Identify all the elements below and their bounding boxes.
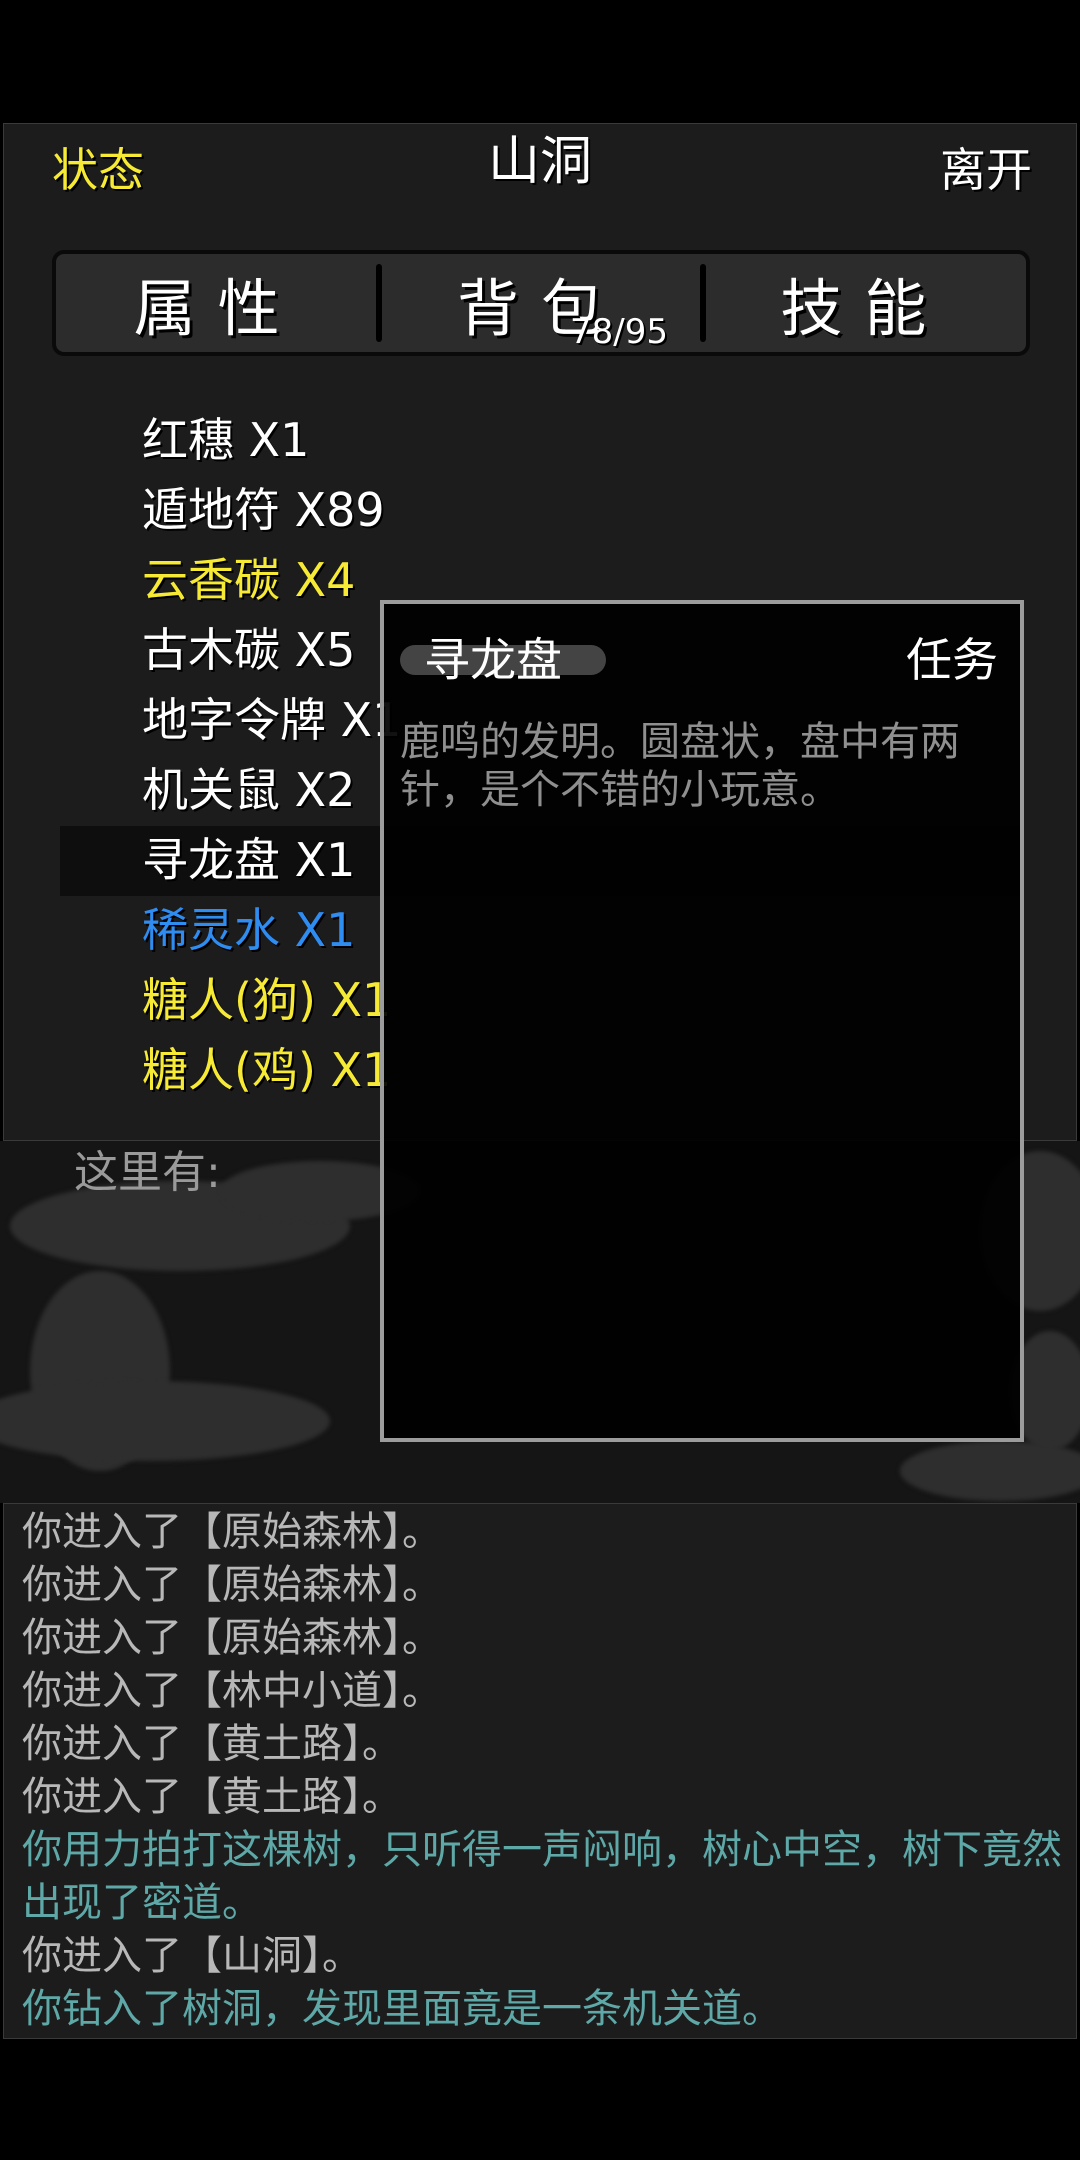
tab-skills[interactable]: 技能 — [699, 254, 1026, 352]
item-label: 稀灵水 X1 — [142, 903, 356, 957]
log-line-highlight: 你钻入了树洞，发现里面竟是一条机关道。 — [22, 1986, 782, 2032]
inventory-item[interactable]: 地字令牌 X1 — [111, 685, 402, 755]
log-line: 你进入了【黄土路】。 — [22, 1721, 402, 1767]
log-line: 你进入了【原始森林】。 — [22, 1562, 442, 1608]
inventory-item[interactable]: 稀灵水 X1 — [111, 895, 373, 965]
backpack-capacity: 78/95 — [570, 312, 668, 352]
popup-item-tag: 任务 — [906, 633, 998, 687]
item-label: 古木碳 X5 — [142, 623, 356, 677]
item-label: 红穗 X1 — [142, 413, 310, 467]
popup-item-description: 鹿鸣的发明。圆盘状，盘中有两针，是个不错的小玩意。 — [400, 719, 960, 813]
inventory-item[interactable]: 糖人(狗) X1 — [111, 965, 392, 1035]
item-label: 糖人(鸡) X1 — [142, 1043, 392, 1097]
inventory-item[interactable]: 云香碳 X4 — [111, 545, 373, 615]
here-label: 这里有: — [74, 1147, 221, 1198]
item-label: 遁地符 X89 — [142, 483, 385, 537]
log-line: 你进入了【山洞】。 — [22, 1933, 362, 1979]
item-label: 机关鼠 X2 — [142, 763, 356, 817]
location-title: 山洞 — [487, 132, 592, 192]
message-log: 你进入了【原始森林】。 你进入了【原始森林】。 你进入了【原始森林】。 你进入了… — [3, 1503, 1077, 2039]
leave-button[interactable]: 离开 — [940, 140, 1032, 200]
log-line: 你进入了【林中小道】。 — [22, 1668, 442, 1714]
log-line: 你进入了【黄土路】。 — [22, 1774, 402, 1820]
item-label: 云香碳 X4 — [142, 553, 356, 607]
inventory-item[interactable]: 红穗 X1 — [111, 405, 373, 475]
inventory-item[interactable]: 糖人(鸡) X1 — [111, 1035, 392, 1105]
log-line: 你进入了【原始森林】。 — [22, 1509, 442, 1555]
item-label: 地字令牌 X1 — [142, 693, 402, 747]
tab-bar: 属性 背包 技能 — [52, 250, 1030, 356]
item-label: 寻龙盘 X1 — [142, 833, 356, 887]
log-line: 你进入了【原始森林】。 — [22, 1615, 442, 1661]
inventory-item[interactable]: 机关鼠 X2 — [111, 755, 373, 825]
popup-item-name: 寻龙盘 — [424, 633, 562, 687]
log-line-highlight: 你用力拍打这棵树，只听得一声闷响，树心中空，树下竟然出现了密道。 — [22, 1827, 1062, 1926]
tab-attributes[interactable]: 属性 — [56, 254, 379, 352]
inventory-item-selected[interactable]: 寻龙盘 X1 — [111, 825, 373, 895]
inventory-item[interactable]: 遁地符 X89 — [112, 475, 385, 545]
item-label: 糖人(狗) X1 — [142, 973, 392, 1027]
inventory-item[interactable]: 古木碳 X5 — [111, 615, 373, 685]
